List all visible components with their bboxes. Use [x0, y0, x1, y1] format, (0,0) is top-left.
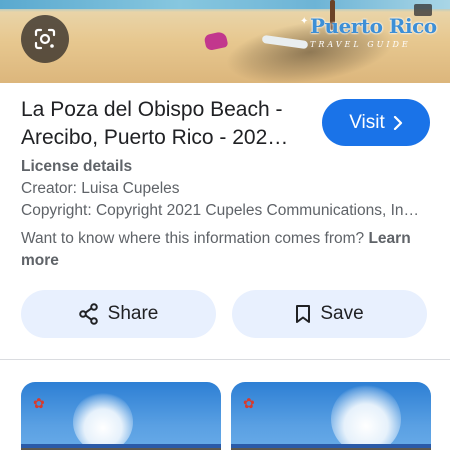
share-button[interactable]: Share [21, 290, 216, 338]
copyright-text: Copyright: Copyright 2021 Cupeles Commun… [21, 202, 420, 219]
thumbnail-wave-spray [73, 392, 133, 450]
hibiscus-icon: ✿ [33, 395, 45, 411]
share-icon [78, 303, 99, 325]
visit-button-label: Visit [349, 111, 385, 133]
result-title[interactable]: La Poza del Obispo Beach - Arecibo, Puer… [21, 96, 311, 152]
logo-subtitle: TRAVEL GUIDE [310, 40, 411, 49]
save-button[interactable]: Save [232, 290, 427, 338]
chevron-right-icon [393, 115, 403, 130]
google-lens-icon [34, 28, 56, 50]
hero-corner-icon [414, 4, 432, 16]
info-source-question: Want to know where this information come… [21, 230, 365, 247]
section-divider [0, 359, 450, 360]
creator-text: Creator: Luisa Cupeles [21, 180, 180, 197]
hero-logo: ✦ Puerto Rico TRAVEL GUIDE [300, 14, 437, 54]
hibiscus-icon: ✿ [243, 395, 255, 411]
related-image-thumbnail[interactable]: ✿ [231, 382, 431, 450]
bookmark-icon [295, 304, 311, 324]
logo-star-icon: ✦ [300, 16, 309, 27]
hero-water [0, 0, 450, 9]
save-button-label: Save [320, 303, 364, 324]
share-button-label: Share [107, 303, 159, 324]
info-source-text: Want to know where this information come… [21, 228, 431, 272]
google-lens-button[interactable] [21, 15, 69, 63]
license-details-heading: License details [21, 158, 133, 175]
thumbnail-wave-spray [331, 384, 401, 450]
logo-title: Puerto Rico [310, 14, 437, 38]
related-image-thumbnail[interactable]: ✿ [21, 382, 221, 450]
visit-button[interactable]: Visit [322, 99, 430, 146]
